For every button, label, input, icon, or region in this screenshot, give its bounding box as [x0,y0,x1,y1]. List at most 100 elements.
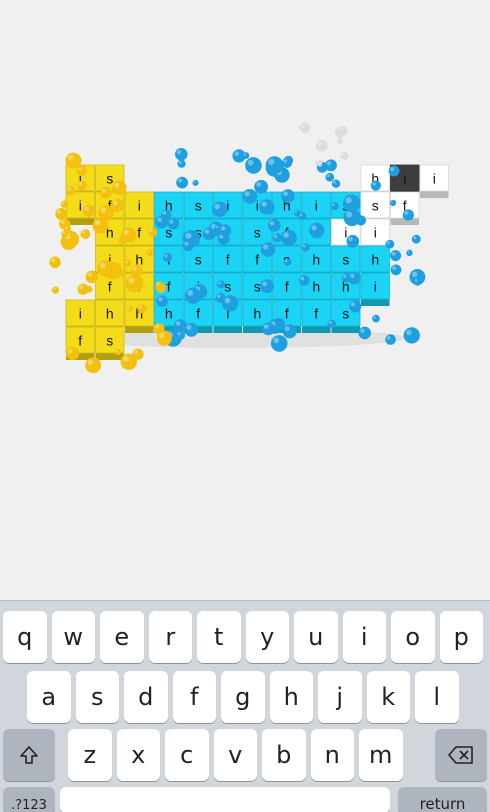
key-c-label: c [180,741,194,769]
cube-letter: i [433,171,436,187]
key-n[interactable]: n [310,729,354,781]
key-p[interactable]: p [439,611,483,663]
letter-cube[interactable]: s [95,326,125,360]
particle-ball [390,264,402,276]
numbers-key[interactable]: .?123 [3,787,55,812]
cube-letter: h [165,306,173,322]
particle-ball [214,224,222,232]
key-f[interactable]: f [172,671,216,723]
key-r-label: r [165,623,176,651]
particle-ball [309,222,325,238]
key-u[interactable]: u [294,611,338,663]
particle-ball [177,159,186,168]
key-f-label: f [190,683,199,711]
return-key[interactable]: return [398,787,487,812]
particle-ball [298,275,310,286]
particle-ball [77,180,87,191]
particle-ball [372,314,380,323]
key-g[interactable]: g [221,671,265,723]
particle-ball [336,137,344,144]
particle-ball [65,346,80,360]
cube-letter: h [312,279,320,295]
particle-ball [176,330,186,340]
key-j[interactable]: j [318,671,362,723]
cube-letter: f [255,252,259,268]
letter-cube[interactable]: f [390,191,420,225]
particle-ball [63,225,72,233]
particle-ball [259,199,275,215]
cube-letter: s [106,333,113,349]
key-x-label: x [131,741,146,769]
particle-ball [301,243,310,252]
key-x[interactable]: x [116,729,160,781]
key-k[interactable]: k [366,671,410,723]
key-i[interactable]: i [342,611,386,663]
cube-letter: s [254,225,261,241]
cube-letter: f [167,279,171,295]
key-l[interactable]: l [415,671,459,723]
particle-ball [155,281,164,289]
particle-ball [125,274,144,293]
letter-cube[interactable]: f [301,299,331,333]
particle-ball [254,179,269,194]
key-z[interactable]: z [68,729,112,781]
particle-ball [148,227,158,237]
particle-ball [242,152,250,159]
key-o[interactable]: o [391,611,435,663]
key-c[interactable]: c [165,729,209,781]
particle-ball [176,176,189,189]
particle-ball [137,303,147,314]
key-b[interactable]: b [262,729,306,781]
key-h[interactable]: h [269,671,313,723]
key-b-label: b [276,741,292,769]
particle-ball [184,287,202,304]
particle-ball [60,200,69,209]
particle-ball [316,139,328,152]
particle-ball [325,172,335,182]
cube-letter: f [137,225,141,241]
key-e-label: e [114,623,130,651]
delete-key[interactable] [435,729,487,781]
cube-letter: s [195,252,202,268]
particle-ball [215,293,226,303]
cube-letter: h [253,306,261,322]
particle-ball [155,215,169,229]
key-g-label: g [235,683,251,711]
particle-ball [390,250,402,262]
key-r[interactable]: r [148,611,192,663]
cube-letter: s [342,252,349,268]
particle-ball [77,283,89,295]
shift-arrow-icon [20,746,38,764]
particle-ball [260,279,275,294]
particle-ball [212,201,228,217]
particle-ball [124,259,132,267]
particle-ball [217,280,226,289]
space-key[interactable] [60,787,390,812]
cube-letter: s [372,198,379,214]
key-e[interactable]: e [100,611,144,663]
key-a[interactable]: a [27,671,71,723]
key-m[interactable]: m [359,729,403,781]
particle-ball [315,159,323,167]
particle-ball [98,205,114,221]
letter-cube[interactable]: i [360,272,390,306]
particle-ball [294,209,301,217]
cube-letter: i [374,279,377,295]
key-y[interactable]: y [245,611,289,663]
particle-ball [281,157,293,168]
key-s[interactable]: s [75,671,119,723]
cube-board[interactable]: ishiiifihsiihissfhfssfsfiiiihisffshshfff… [0,0,490,600]
key-v[interactable]: v [213,729,257,781]
cube-side [420,191,449,198]
particle-ball [120,353,138,371]
key-w[interactable]: w [51,611,95,663]
cube-letter: f [196,306,200,322]
shift-key[interactable] [3,729,55,781]
key-q[interactable]: q [3,611,47,663]
key-d[interactable]: d [124,671,168,723]
game-scene[interactable]: ishiiifihsiihissfhfssfsfiiiihisffshshfff… [0,0,490,600]
particle-ball [156,330,172,346]
key-t[interactable]: t [197,611,241,663]
particle-ball [175,147,188,161]
letter-cube[interactable]: i [419,164,449,198]
